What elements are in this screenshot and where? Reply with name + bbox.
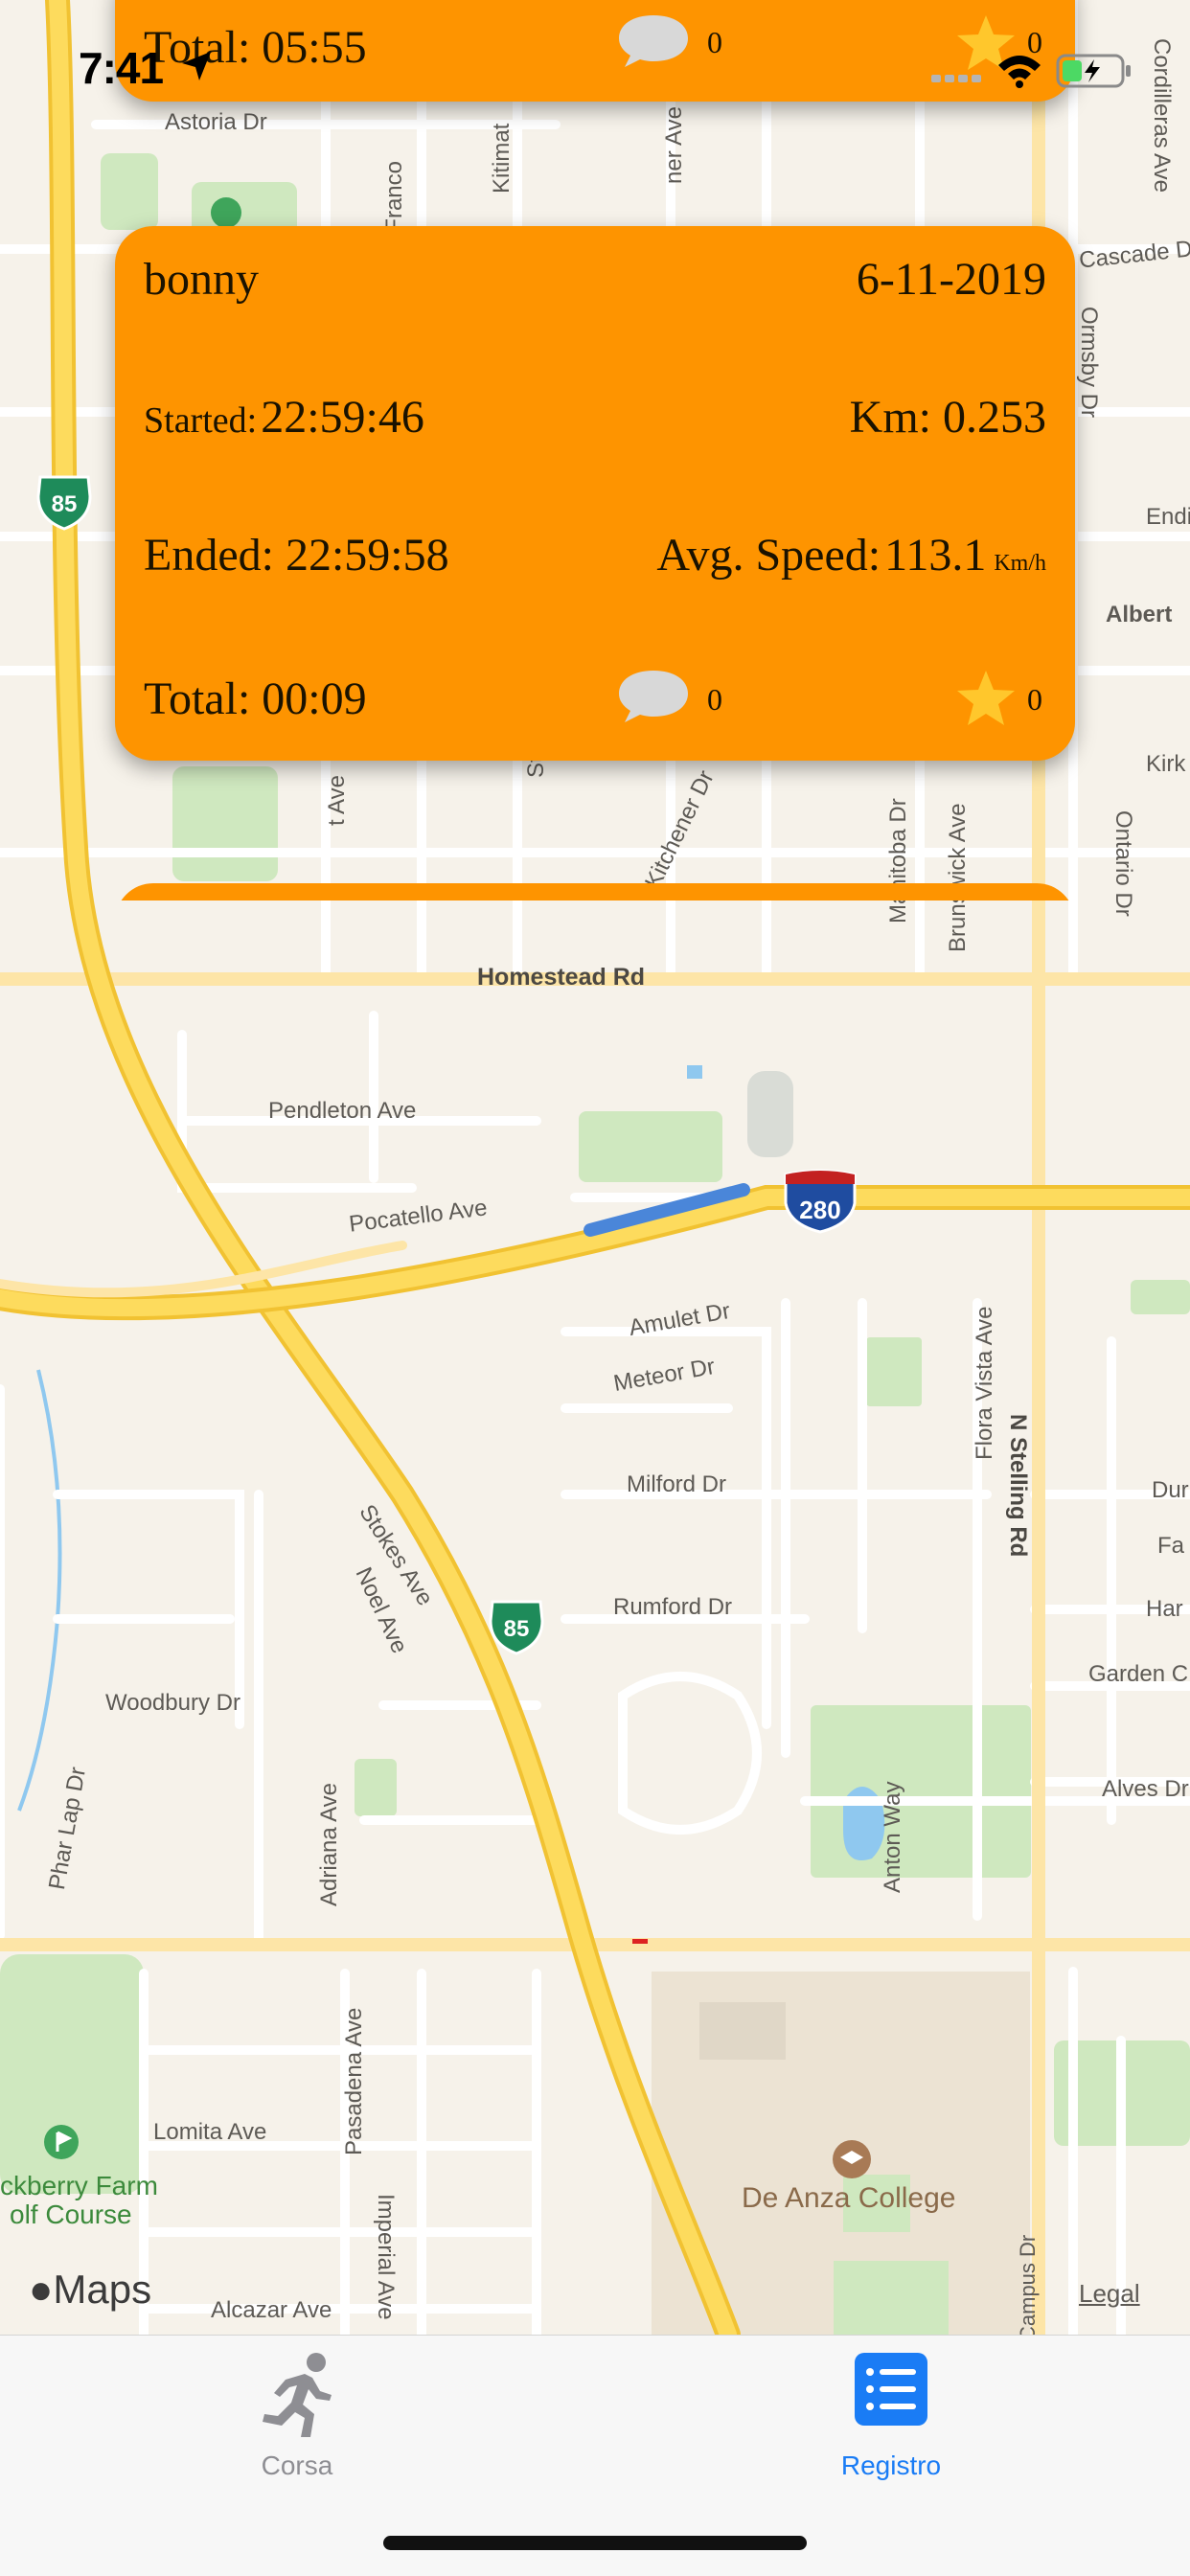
- sr85-shield-icon: 85: [489, 1600, 544, 1655]
- tab-registro-label: Registro: [840, 2451, 942, 2480]
- sr85-label: 85: [52, 491, 78, 517]
- total-row: Total: 05:55: [144, 21, 1046, 74]
- street-label: Alves Dr: [1102, 1776, 1189, 1802]
- comment-icon[interactable]: [617, 667, 690, 724]
- poi-label: De Anza College: [742, 2182, 956, 2214]
- street-label: Har: [1146, 1596, 1183, 1622]
- run-card-clipped[interactable]: [115, 883, 1075, 900]
- svg-text:85: 85: [504, 1616, 530, 1642]
- street-label: Ontario Dr: [1110, 810, 1136, 917]
- street-label: Ormsby Dr: [1076, 307, 1102, 418]
- run-date: 6-11-2019: [856, 254, 1046, 305]
- legal-link[interactable]: Legal: [1079, 2279, 1140, 2309]
- user-name: bonny: [144, 254, 259, 305]
- star-icon[interactable]: [954, 669, 1018, 728]
- comment-count: 0: [707, 682, 722, 717]
- sr85-shield-icon: 85: [36, 475, 92, 531]
- total-row: Total: 00:09: [144, 672, 1046, 725]
- tab-corsa-label: Corsa: [261, 2451, 333, 2480]
- street-label: t Ave: [324, 775, 350, 826]
- street-label: Milford Dr: [627, 1471, 727, 1497]
- street-label: Albert: [1106, 602, 1173, 627]
- location-arrow-icon: [182, 52, 211, 80]
- street-label: Flora Vista Ave: [972, 1306, 997, 1460]
- apple-maps-logo: ●Maps: [29, 2267, 152, 2312]
- poi-label: ckberry Farm: [0, 2171, 158, 2200]
- started-row: Started: 22:59:46 Km: 0.253: [144, 391, 1046, 444]
- street-label: Alcazar Ave: [211, 2297, 332, 2323]
- poi-label: olf Course: [10, 2200, 132, 2229]
- street-label: Kirk: [1146, 751, 1186, 777]
- ended-row: Ended: 22:59:58 Avg. Speed: 113.1 Km/h: [144, 529, 1046, 581]
- started-label: Started:: [144, 400, 258, 441]
- svg-text:280: 280: [799, 1196, 840, 1224]
- street-label: Cordilleras Ave: [1149, 38, 1175, 193]
- km-value: 0.253: [943, 392, 1046, 443]
- list-icon: [855, 2353, 927, 2426]
- street-label: Endi: [1146, 504, 1190, 530]
- total-value: 00:09: [262, 673, 367, 724]
- street-label: Woodbury Dr: [105, 1690, 240, 1716]
- street-label: Anton Way: [880, 1781, 905, 1894]
- street-label: Brunswick Ave: [945, 803, 971, 952]
- speed-label: Avg. Speed:: [656, 530, 881, 581]
- comment-count: 0: [707, 25, 722, 59]
- street-label: Lomita Ave: [153, 2119, 267, 2145]
- street-label: Pasadena Ave: [341, 2007, 367, 2155]
- star-count: 0: [1027, 682, 1042, 717]
- total-label: Total:: [144, 673, 251, 724]
- speed-value: 113.1: [884, 530, 987, 581]
- header-row: bonny 6-11-2019: [144, 253, 1046, 306]
- ended-value: 22:59:58: [285, 530, 449, 581]
- run-card[interactable]: bonny 6-11-2019 Started: 22:59:46 Km: 0.…: [115, 226, 1075, 761]
- km-label: Km:: [849, 392, 931, 443]
- started-value: 22:59:46: [261, 392, 424, 443]
- street-label: Garden C: [1088, 1661, 1189, 1687]
- runner-icon: [263, 2353, 332, 2437]
- i280-shield-icon: 280: [784, 1169, 857, 1234]
- status-time: 7:41: [79, 43, 164, 93]
- street-label: Franco: [381, 161, 407, 233]
- street-label: Homestead Rd: [477, 964, 646, 991]
- street-label: Kitimat: [489, 123, 515, 194]
- street-label: Campus Dr: [1016, 2234, 1040, 2341]
- street-label: Pendleton Ave: [268, 1098, 417, 1124]
- total-value: 05:55: [262, 22, 367, 73]
- street-label: Rumford Dr: [613, 1594, 733, 1620]
- street-label: Fa: [1157, 1533, 1185, 1559]
- street-label: Astoria Dr: [165, 109, 267, 135]
- street-label: ner Ave: [661, 106, 687, 184]
- comment-icon[interactable]: [617, 11, 690, 69]
- ended-label: Ended:: [144, 530, 274, 581]
- status-icons: [931, 54, 1131, 88]
- street-label: Imperial Ave: [373, 2194, 399, 2320]
- tab-corsa[interactable]: Corsa: [153, 2336, 441, 2489]
- tab-registro[interactable]: Registro: [747, 2336, 1035, 2489]
- speed-unit: Km/h: [994, 551, 1046, 576]
- apple-icon: ●: [29, 2267, 54, 2312]
- home-indicator[interactable]: [383, 2536, 807, 2550]
- street-label: N Stelling Rd: [1005, 1414, 1031, 1558]
- wifi-icon: [998, 56, 1041, 88]
- signal-icon: [931, 75, 981, 82]
- street-label: Dur: [1152, 1477, 1189, 1503]
- street-label: Adriana Ave: [316, 1783, 342, 1906]
- street-label: Manitoba Dr: [885, 798, 911, 923]
- battery-icon: [1056, 54, 1131, 88]
